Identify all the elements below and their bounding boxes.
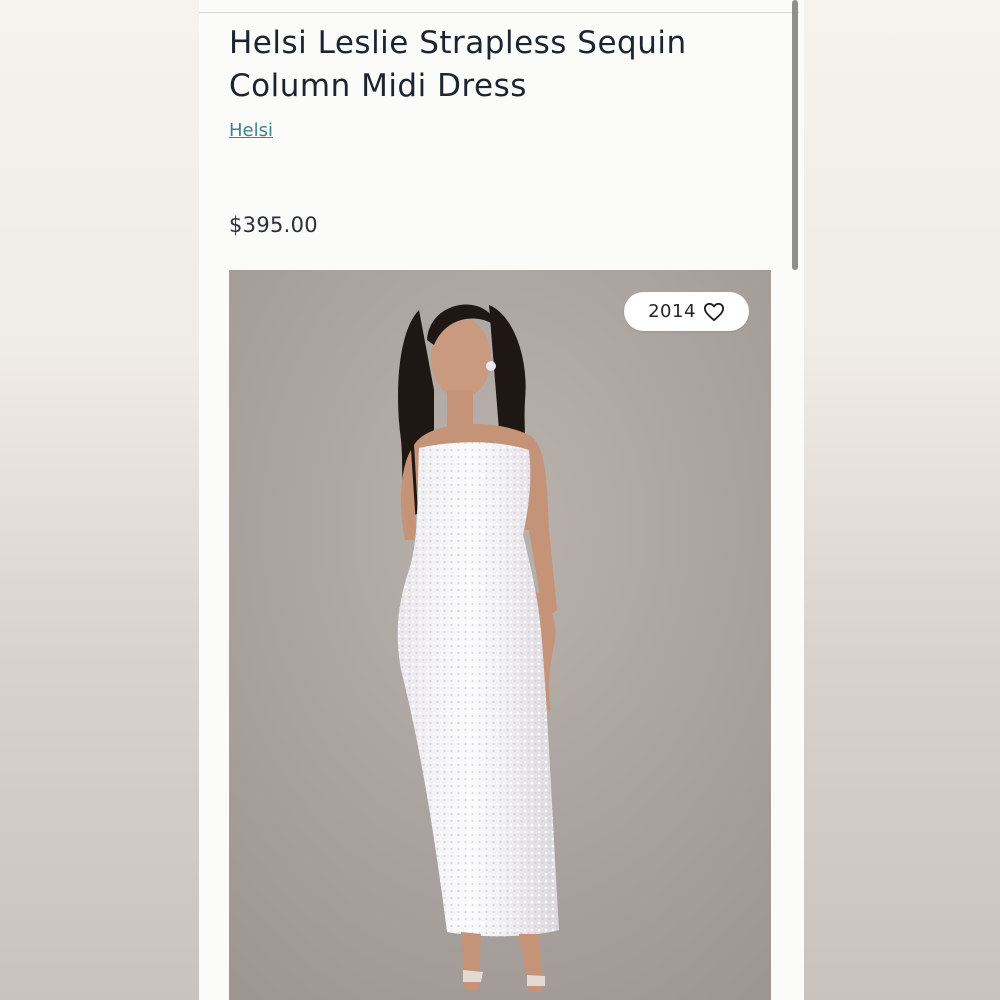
product-image[interactable]: 2014: [229, 270, 771, 1000]
product-price: $395.00: [229, 213, 318, 237]
scrollbar[interactable]: [792, 0, 798, 270]
like-count: 2014: [648, 301, 696, 322]
like-button[interactable]: 2014: [624, 292, 749, 331]
product-photo: [229, 270, 771, 1000]
product-page: Helsi Leslie Strapless Sequin Column Mid…: [199, 0, 804, 1000]
background-blur-left: [0, 0, 199, 1000]
product-title: Helsi Leslie Strapless Sequin Column Mid…: [229, 25, 687, 104]
heart-outline-icon: [703, 302, 725, 322]
brand-link[interactable]: Helsi: [229, 120, 273, 141]
background-blur-right: [804, 0, 1000, 1000]
header-divider: [199, 12, 799, 13]
